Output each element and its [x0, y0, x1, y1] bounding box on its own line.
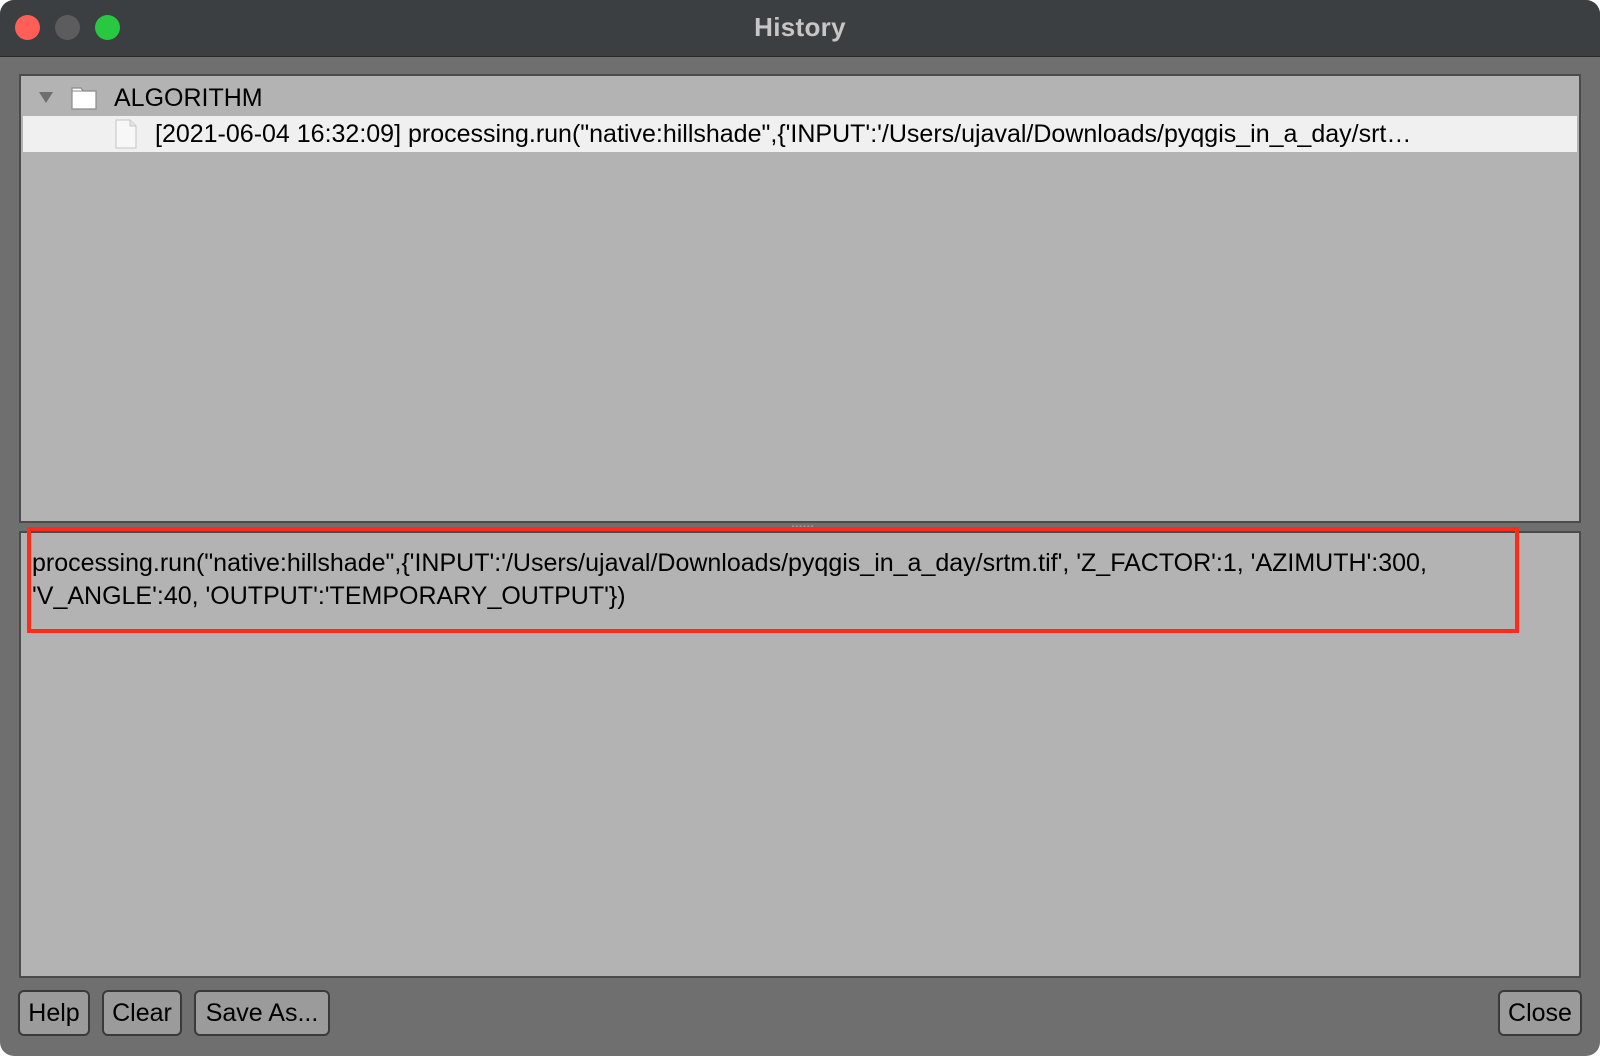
history-tree[interactable]: ALGORITHM [2021-06-04 16:32:09] processi… — [19, 74, 1581, 523]
history-window: History ALGORITHM [2021-06-04 16:32:09] … — [0, 0, 1600, 1056]
clear-button[interactable]: Clear — [102, 990, 182, 1036]
help-button[interactable]: Help — [18, 990, 90, 1036]
disclosure-triangle-icon[interactable] — [39, 92, 53, 103]
splitter-handle[interactable]: ▪▪▪▪▪▪ — [786, 523, 820, 531]
close-button[interactable]: Close — [1498, 990, 1582, 1036]
save-as-button[interactable]: Save As... — [194, 990, 330, 1036]
tree-group-algorithm[interactable]: ALGORITHM — [23, 80, 1577, 116]
tree-group-label: ALGORITHM — [114, 84, 263, 112]
document-icon — [115, 119, 137, 149]
tree-entry-label: [2021-06-04 16:32:09] processing.run("na… — [155, 120, 1412, 148]
tree-entry-row[interactable]: [2021-06-04 16:32:09] processing.run("na… — [23, 116, 1577, 152]
window-title: History — [754, 12, 846, 42]
script-text: processing.run("native:hillshade",{'INPU… — [32, 549, 1427, 610]
script-text-area[interactable]: processing.run("native:hillshade",{'INPU… — [19, 527, 1581, 978]
title-bar[interactable]: History — [0, 0, 1600, 57]
folder-icon — [71, 87, 97, 110]
